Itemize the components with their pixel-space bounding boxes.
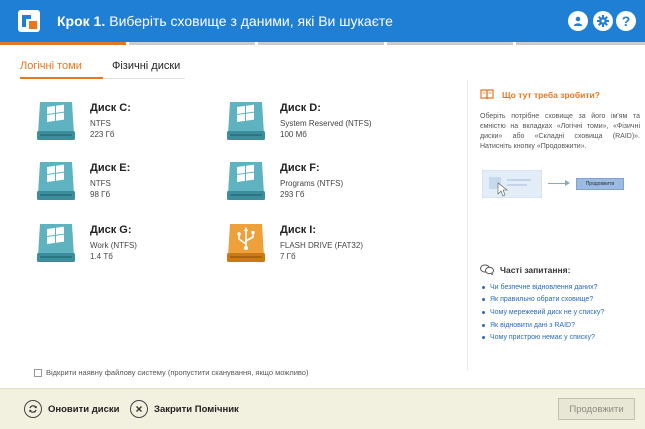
illustration-next-button: Продовжити [576,178,624,190]
help-title: Що тут треба зробити? [502,89,600,100]
faq-list: Чи безпечне відновлення даних? Як правил… [482,281,604,344]
windows-disk-icon [37,224,75,262]
disk-name: Диск E: [90,162,131,174]
page-title: Крок 1. Виберіть сховище з даними, які Ви… [57,13,393,29]
windows-disk-icon [227,102,265,140]
help-panel: Що тут треба зробити? Оберіть потрібне с… [467,80,645,370]
step-title: Виберіть сховище з даними, які Ви шукаєт… [109,13,393,29]
windows-disk-icon [37,162,75,200]
app-logo-icon [18,10,40,32]
step-2-indicator [129,42,255,45]
close-wizard-button[interactable]: Закрити Помічник [130,400,239,418]
disk-item-f[interactable]: Диск F: Programs (NTFS) 293 Гб [224,158,404,208]
help-button[interactable]: ? [616,11,636,31]
refresh-disks-label: Оновити диски [48,403,120,415]
arrow-right-icon [548,180,570,186]
disk-name: Диск G: [90,224,132,236]
usb-drive-icon [227,224,265,262]
open-filesystem-checkbox[interactable] [34,368,42,377]
close-wizard-label: Закрити Помічник [154,403,239,415]
refresh-disks-button[interactable]: Оновити диски [24,400,120,418]
faq-heading: Часті запитання: [480,264,570,275]
disk-size: 98 Гб [90,190,111,199]
disk-name: Диск C: [90,102,131,114]
open-filesystem-option[interactable]: Відкрити наявну файлову систему (пропуст… [34,368,308,377]
wizard-steps [0,42,645,46]
title-bar: Крок 1. Виберіть сховище з даними, які Ви… [0,0,645,42]
disk-name: Диск I: [280,224,316,236]
disk-item-g[interactable]: Диск G: Work (NTFS) 1.4 Тб [34,220,214,270]
tab-logical-volumes[interactable]: Логічні томи [20,60,82,77]
step-5-indicator [516,42,645,45]
disk-filesystem: NTFS [90,119,111,128]
user-button[interactable] [568,11,588,31]
faq-link[interactable]: Як правильно обрати сховище? [482,294,604,307]
step-3-indicator [258,42,384,45]
disk-filesystem: NTFS [90,179,111,188]
faq-link[interactable]: Чи безпечне відновлення даних? [482,281,604,294]
gear-icon [597,15,609,27]
footer-bar: Оновити диски Закрити Помічник Продовжит… [0,388,645,429]
disk-item-c[interactable]: Диск C: NTFS 223 Гб [34,98,214,148]
next-button[interactable]: Продовжити [558,398,635,420]
faq-link[interactable]: Як відновити дані з RAID? [482,319,604,332]
step-label: Крок 1. [57,13,106,29]
disk-name: Диск D: [280,102,321,114]
help-illustration: Продовжити [482,170,632,198]
disk-item-i[interactable]: Диск I: FLASH DRIVE (FAT32) 7 Гб [224,220,404,270]
user-icon [573,16,583,26]
disk-size: 100 Мб [280,130,307,139]
disk-size: 293 Гб [280,190,305,199]
refresh-icon [24,400,42,418]
active-tab-underline [20,77,103,79]
open-filesystem-label: Відкрити наявну файлову систему (пропуст… [46,368,309,377]
disk-size: 1.4 Тб [90,252,113,261]
step-1-indicator [0,42,126,45]
disk-size: 223 Гб [90,130,115,139]
disk-filesystem: Programs (NTFS) [280,179,344,188]
faq-link[interactable]: Чому пристрою немає у списку? [482,331,604,344]
disk-filesystem: FLASH DRIVE (FAT32) [280,241,363,250]
settings-button[interactable] [593,11,613,31]
chat-bubbles-icon [480,264,494,275]
illustration-window [482,170,542,198]
disk-item-e[interactable]: Диск E: NTFS 98 Гб [34,158,214,208]
tab-physical-disks[interactable]: Фізичні диски [112,60,180,77]
book-icon [480,89,494,100]
windows-disk-icon [227,162,265,200]
disk-item-d[interactable]: Диск D: System Reserved (NTFS) 100 Мб [224,98,404,148]
windows-disk-icon [37,102,75,140]
faq-link[interactable]: Чому мережевий диск не у списку? [482,306,604,319]
step-4-indicator [387,42,513,45]
help-heading: Що тут треба зробити? [480,89,600,100]
disk-size: 7 Гб [280,252,296,261]
disk-filesystem: System Reserved (NTFS) [280,119,372,128]
disk-filesystem: Work (NTFS) [90,241,137,250]
help-icon: ? [621,13,631,29]
disk-name: Диск F: [280,162,320,174]
close-icon [130,400,148,418]
faq-title: Часті запитання: [500,264,571,275]
help-text: Оберіть потрібне сховище за його ім'ям т… [480,113,640,150]
